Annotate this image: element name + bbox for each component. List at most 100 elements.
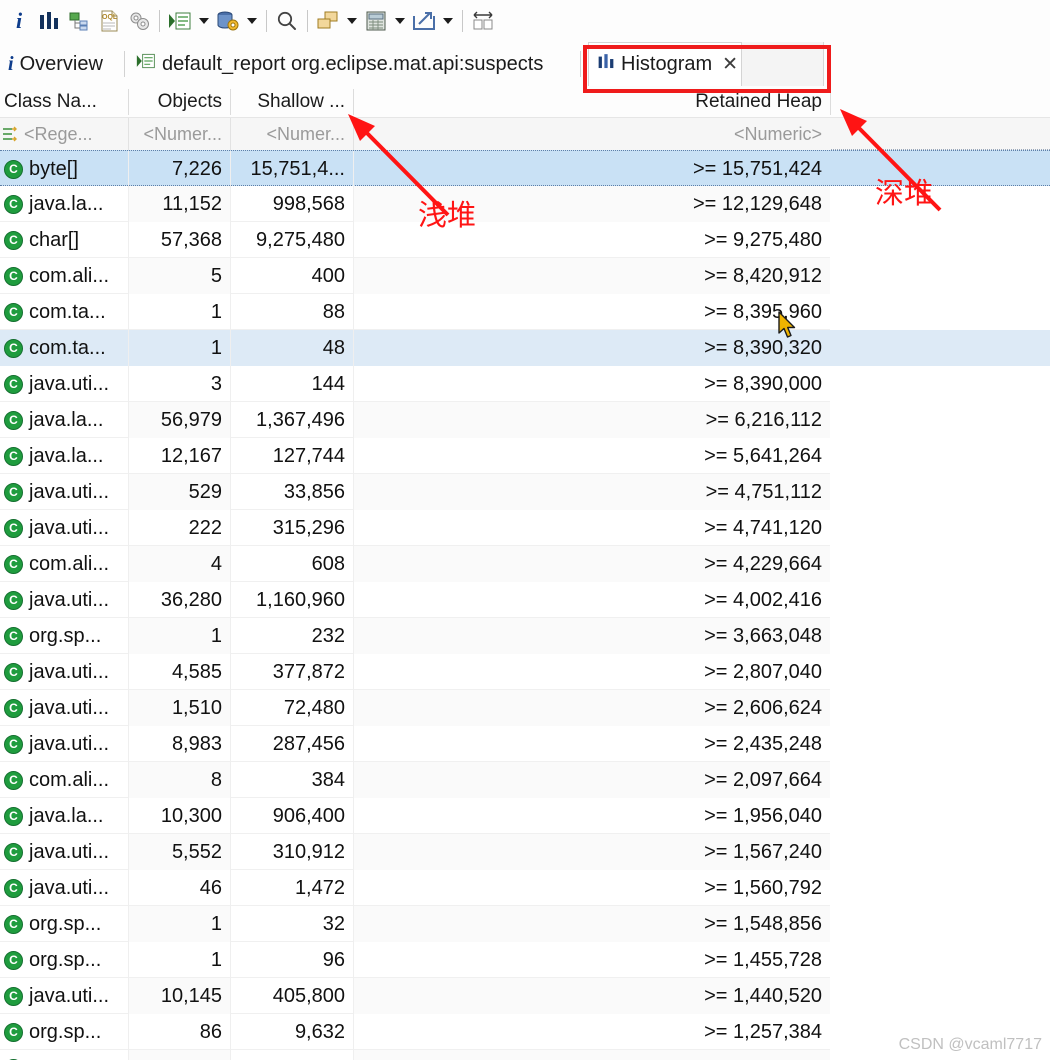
cell-retained-heap[interactable]: >= 4,751,112 [354,474,830,510]
cell-objects[interactable]: 56,979 [129,402,230,438]
table-row[interactable]: Cchar[] 57,368 9,275,480 >= 9,275,480 [0,222,1050,258]
cell-shallow-heap[interactable]: 1,472 [231,870,353,906]
cell-objects[interactable]: 36,280 [129,582,230,618]
tab-histogram[interactable]: Histogram ✕ [588,42,742,86]
cell-class-name[interactable]: Cjava.uti... [0,726,128,762]
cell-shallow-heap[interactable]: 310,912 [231,834,353,870]
cell-class-name[interactable]: Ccom.ta... [0,294,128,330]
cell-retained-heap[interactable]: >= 1,567,240 [354,834,830,870]
cell-shallow-heap[interactable]: 1,367,496 [231,402,353,438]
compare-icon[interactable] [468,6,498,36]
column-class-name[interactable]: Class Na... [0,86,128,118]
heap-dump-dropdown[interactable] [243,6,261,36]
table-row[interactable]: Corg.sp...5,116122,784>= 1,177,976 [0,1050,1050,1060]
table-row[interactable]: Cjava.la... 56,979 1,367,496 >= 6,216,112 [0,402,1050,438]
cell-shallow-heap[interactable]: 315,296 [231,510,353,546]
table-row[interactable]: Ccom.ali... 4 608 >= 4,229,664 [0,546,1050,582]
calculator-icon[interactable] [361,6,391,36]
table-row[interactable]: Ccom.ta... 1 88 >= 8,395,960 [0,294,1050,330]
cell-shallow-heap[interactable]: 232 [231,618,353,654]
cell-retained-heap[interactable]: >= 8,420,912 [354,258,830,294]
cell-shallow-heap[interactable]: 72,480 [231,690,353,726]
cell-objects[interactable]: 11,152 [129,186,230,222]
cell-objects[interactable]: 1 [129,294,230,330]
cell-class-name[interactable]: Cjava.uti... [0,510,128,546]
table-row[interactable]: Cjava.uti... 10,145 405,800 >= 1,440,520 [0,978,1050,1014]
cell-class-name[interactable]: Cjava.uti... [0,834,128,870]
cell-objects[interactable]: 1 [129,330,230,366]
cell-shallow-heap[interactable]: 287,456 [231,726,353,762]
cell-shallow-heap[interactable]: 15,751,4... [231,151,353,187]
table-row[interactable]: Cjava.uti... 4,585 377,872 >= 2,807,040 [0,654,1050,690]
group-by-dropdown[interactable] [343,6,361,36]
cell-class-name[interactable]: Cjava.uti... [0,978,128,1014]
cell-class-name[interactable]: Cjava.uti... [0,690,128,726]
cell-retained-heap[interactable]: >= 4,002,416 [354,582,830,618]
cell-shallow-heap[interactable]: 998,568 [231,186,353,222]
close-icon[interactable]: ✕ [722,53,738,76]
cell-shallow-heap[interactable]: 33,856 [231,474,353,510]
gears-icon[interactable] [124,6,154,36]
cell-class-name[interactable]: Cjava.la... [0,402,128,438]
cell-retained-heap[interactable]: >= 6,216,112 [354,402,830,438]
cell-objects[interactable]: 5,552 [129,834,230,870]
tab-overview[interactable]: i Overview [0,42,111,86]
cell-objects[interactable]: 5,116 [129,1050,230,1060]
cell-class-name[interactable]: Cjava.uti... [0,870,128,906]
cell-objects[interactable]: 10,300 [129,798,230,834]
table-row[interactable]: Ccom.ali... 8 384 >= 2,097,664 [0,762,1050,798]
cell-shallow-heap[interactable]: 96 [231,942,353,978]
table-row[interactable]: Cjava.la... 10,300 906,400 >= 1,956,040 [0,798,1050,834]
header-divider-4[interactable] [830,89,831,115]
cell-shallow-heap[interactable]: 144 [231,366,353,402]
oql-icon[interactable]: OQL [94,6,124,36]
table-row[interactable]: Cjava.uti... 36,280 1,160,960 >= 4,002,416 [0,582,1050,618]
table-row[interactable]: Corg.sp... 86 9,632 >= 1,257,384 [0,1014,1050,1050]
cell-retained-heap[interactable]: >= 4,741,120 [354,510,830,546]
cell-class-name[interactable]: Cjava.uti... [0,474,128,510]
cell-class-name[interactable]: Cbyte[] [0,151,128,187]
tab-default-report[interactable]: default_report org.eclipse.mat.api:suspe… [128,42,551,86]
cell-shallow-heap[interactable]: 32 [231,906,353,942]
column-objects[interactable]: Objects [129,86,230,118]
cell-objects[interactable]: 8,983 [129,726,230,762]
cell-objects[interactable]: 7,226 [129,151,230,187]
cell-retained-heap[interactable]: >= 8,390,000 [354,366,830,402]
cell-class-name[interactable]: Ccom.ali... [0,546,128,582]
histogram-icon[interactable] [34,6,64,36]
cell-retained-heap[interactable]: >= 1,177,976 [354,1050,830,1060]
table-row[interactable]: Ccom.ta... 1 48 >= 8,390,320 [0,330,1050,366]
cell-shallow-heap[interactable]: 377,872 [231,654,353,690]
cell-retained-heap[interactable]: >= 2,606,624 [354,690,830,726]
cell-objects[interactable]: 529 [129,474,230,510]
cell-objects[interactable]: 4 [129,546,230,582]
cell-objects[interactable]: 46 [129,870,230,906]
dominator-tree-icon[interactable] [64,6,94,36]
cell-class-name[interactable]: Cjava.la... [0,186,128,222]
cell-shallow-heap[interactable]: 88 [231,294,353,330]
column-retained-heap[interactable]: Retained Heap [354,86,830,118]
cell-shallow-heap[interactable]: 127,744 [231,438,353,474]
cell-objects[interactable]: 1 [129,906,230,942]
table-row[interactable]: Cjava.la... 12,167 127,744 >= 5,641,264 [0,438,1050,474]
header-divider-1[interactable] [128,89,129,115]
filter-shallow-heap[interactable]: <Numer... [231,118,353,150]
table-row[interactable]: Cjava.uti... 46 1,472 >= 1,560,792 [0,870,1050,906]
table-row[interactable]: Cjava.uti... 5,552 310,912 >= 1,567,240 [0,834,1050,870]
cell-shallow-heap[interactable]: 1,160,960 [231,582,353,618]
cell-retained-heap[interactable]: >= 15,751,424 [354,151,830,187]
export-icon[interactable] [409,6,439,36]
column-shallow-heap[interactable]: Shallow ... [231,86,353,118]
cell-retained-heap[interactable]: >= 1,440,520 [354,978,830,1014]
table-row[interactable]: Corg.sp... 1 96 >= 1,455,728 [0,942,1050,978]
run-query-icon[interactable] [165,6,195,36]
run-query-dropdown[interactable] [195,6,213,36]
cell-objects[interactable]: 222 [129,510,230,546]
table-row[interactable]: Cjava.uti... 1,510 72,480 >= 2,606,624 [0,690,1050,726]
cell-class-name[interactable]: Cjava.la... [0,798,128,834]
table-row[interactable]: Cjava.uti... 529 33,856 >= 4,751,112 [0,474,1050,510]
cell-class-name[interactable]: Cjava.uti... [0,654,128,690]
cell-objects[interactable]: 10,145 [129,978,230,1014]
table-row[interactable]: Corg.sp... 1 232 >= 3,663,048 [0,618,1050,654]
cell-objects[interactable]: 8 [129,762,230,798]
